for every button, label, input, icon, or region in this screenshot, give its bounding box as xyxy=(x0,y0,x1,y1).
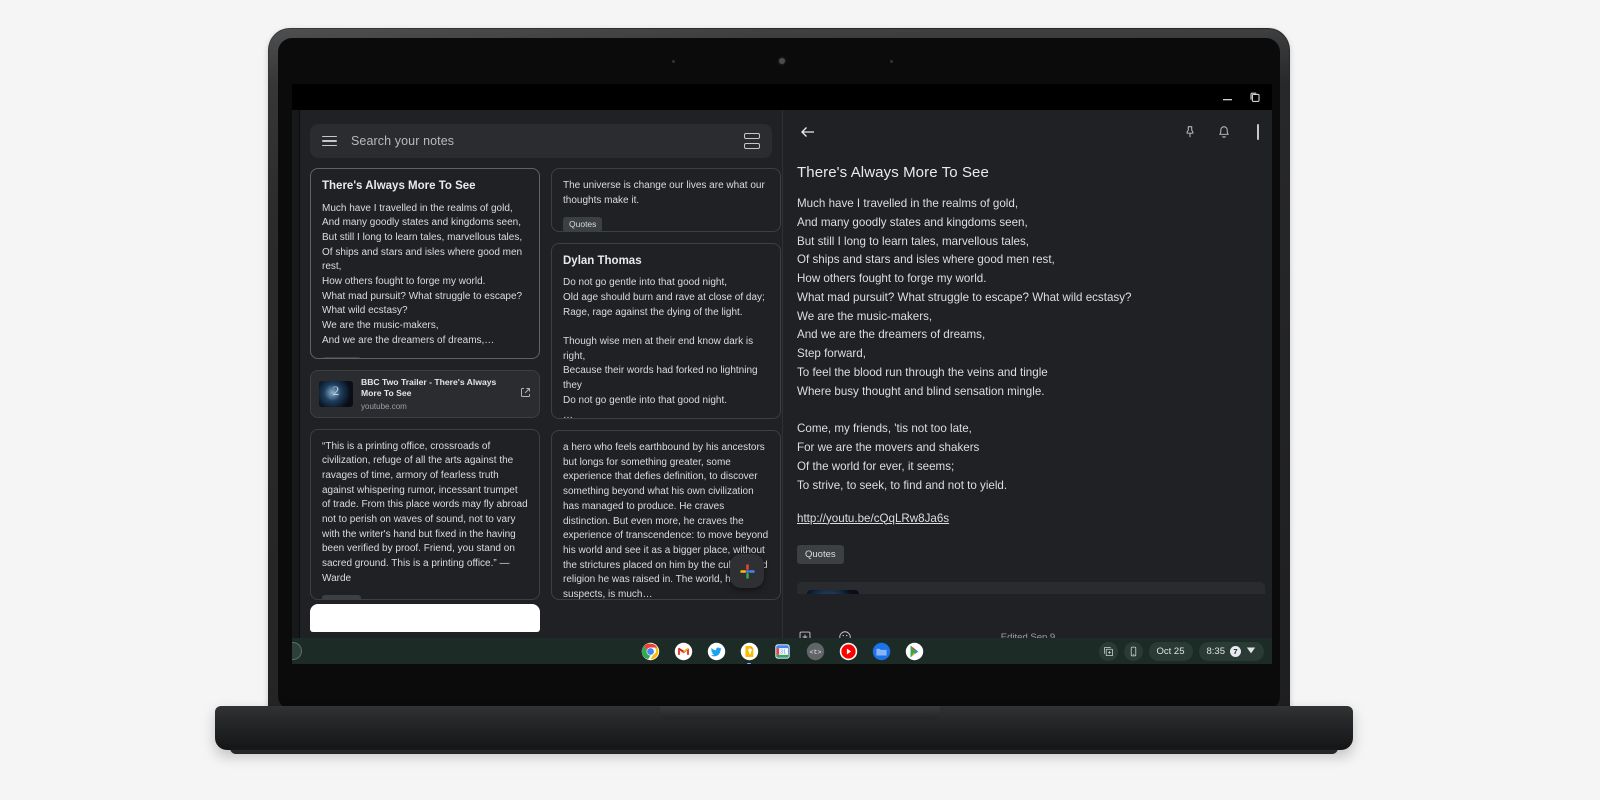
shelf-date[interactable]: Oct 25 xyxy=(1148,641,1193,661)
note-label-chip[interactable]: Quotes xyxy=(797,544,844,564)
list-view-toggle-icon[interactable] xyxy=(744,133,760,149)
note-card[interactable]: The universe is change our lives are wha… xyxy=(551,168,781,232)
note-detail-text[interactable]: Much have I travelled in the realms of g… xyxy=(797,195,1267,496)
link-text: BBC Two Trailer - There's Always More To… xyxy=(361,377,512,410)
phone-hub-icon[interactable] xyxy=(1123,641,1143,661)
screenshot-stage: Search your notes There's Always More To… xyxy=(0,0,1600,800)
bezel-sensor-left xyxy=(672,60,675,63)
note-body: The universe is change our lives are wha… xyxy=(563,180,768,206)
note-link-preview[interactable]: BBC Two Trailer - There's Always More To… xyxy=(797,582,1265,594)
shelf-app-chrome[interactable] xyxy=(641,642,660,661)
shelf-clock-tray[interactable]: 8:35 7 xyxy=(1198,641,1264,661)
search-bar[interactable]: Search your notes xyxy=(310,124,772,158)
note-detail-body: There's Always More To See Much have I t… xyxy=(797,164,1267,594)
pin-icon[interactable] xyxy=(1179,121,1201,143)
laptop-foot xyxy=(230,748,1338,754)
shelf-app-twitter[interactable] xyxy=(707,642,726,661)
status-area: Oct 25 8:35 7 xyxy=(1098,638,1264,664)
bezel-sensor-right xyxy=(890,60,893,63)
note-link-preview[interactable]: BBC Two Trailer - There's Always More To… xyxy=(310,370,540,418)
shelf-time: 8:35 xyxy=(1206,645,1226,657)
link-host: youtube.com xyxy=(361,401,407,411)
note-card[interactable]: Dylan Thomas Do not go gentle into that … xyxy=(551,242,781,420)
webcam-icon xyxy=(779,58,785,64)
hamburger-menu-icon[interactable] xyxy=(322,135,337,147)
note-label-chip[interactable]: Quotes xyxy=(322,357,362,359)
active-app-indicator xyxy=(747,662,751,664)
link-title: BBC Two Trailer - There's Always More To… xyxy=(361,377,497,399)
shelf-app-play-store[interactable] xyxy=(905,642,924,661)
shelf-app-files[interactable] xyxy=(872,642,891,661)
notification-count-badge: 7 xyxy=(1230,645,1241,657)
svg-text:31: 31 xyxy=(779,649,785,655)
note-title: There's Always More To See xyxy=(322,180,476,192)
external-link-icon[interactable] xyxy=(520,385,531,403)
notes-column-right: The universe is change our lives are wha… xyxy=(551,168,781,600)
shelf-app-google-calendar[interactable]: 31 xyxy=(773,642,792,661)
shelf-app-google-keep[interactable] xyxy=(740,642,759,664)
note-detail-title[interactable]: There's Always More To See xyxy=(797,164,1267,181)
note-title: Dylan Thomas xyxy=(563,254,642,267)
notes-column-left: There's Always More To See Much have I t… xyxy=(310,168,540,600)
note-body: Do not go gentle into that good night, O… xyxy=(563,277,765,420)
video-thumbnail xyxy=(807,590,859,594)
window-titlebar xyxy=(292,84,1272,110)
shelf-app-gmail[interactable] xyxy=(674,642,693,661)
note-detail-pane: There's Always More To See Much have I t… xyxy=(782,110,1272,643)
google-plus-icon xyxy=(739,563,755,579)
restore-button[interactable] xyxy=(1248,90,1262,104)
shelf-app-youtube-music[interactable] xyxy=(839,642,858,661)
note-detail-header xyxy=(783,110,1272,154)
back-arrow-icon[interactable] xyxy=(797,121,819,143)
notes-grid: There's Always More To See Much have I t… xyxy=(310,168,782,600)
search-input[interactable]: Search your notes xyxy=(351,134,730,148)
shelf-app-text-editor[interactable]: <t> xyxy=(806,642,825,661)
svg-text:<t>: <t> xyxy=(809,649,821,657)
minimize-button[interactable] xyxy=(1220,90,1234,104)
background-window-strip xyxy=(292,110,300,638)
new-note-input[interactable] xyxy=(310,604,540,632)
note-body: “This is a printing office, crossroads o… xyxy=(322,440,531,584)
laptop-hinge-notch xyxy=(660,706,940,719)
note-label-chip[interactable]: Quotes xyxy=(563,217,603,231)
reminder-bell-icon[interactable] xyxy=(1213,121,1235,143)
note-label-chip[interactable]: Quotes xyxy=(322,595,362,599)
screen-capture-icon[interactable] xyxy=(1098,641,1118,661)
wifi-icon xyxy=(1246,645,1256,658)
note-card[interactable]: There's Always More To See Much have I t… xyxy=(310,168,540,360)
laptop-screen: Search your notes There's Always More To… xyxy=(292,84,1272,664)
video-thumbnail xyxy=(319,380,353,407)
note-detail-url[interactable]: http://youtu.be/cQqLRw8Ja6s xyxy=(797,512,949,525)
note-card[interactable]: “This is a printing office, crossroads o… xyxy=(310,428,540,600)
panel-edge-handle[interactable] xyxy=(1247,121,1269,143)
new-note-fab[interactable] xyxy=(730,554,764,588)
keep-notes-pane: Search your notes There's Always More To… xyxy=(300,110,782,638)
note-body: Much have I travelled in the realms of g… xyxy=(322,202,523,346)
